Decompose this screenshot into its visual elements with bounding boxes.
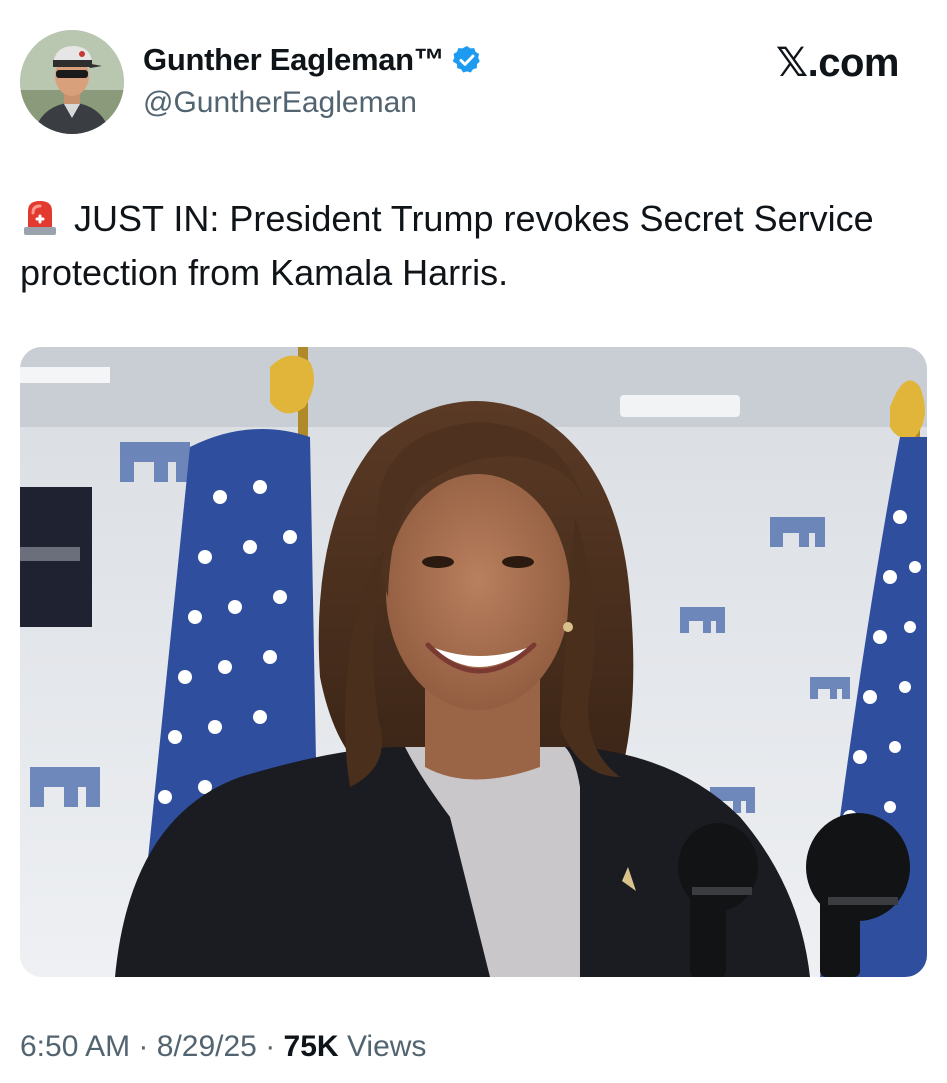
avatar[interactable]: [20, 30, 124, 134]
police-siren-icon: [20, 197, 60, 237]
verified-badge-icon: [451, 44, 483, 76]
author-handle[interactable]: @GuntherEagleman: [143, 86, 417, 120]
author-name-row[interactable]: Gunther Eagleman™: [143, 40, 483, 80]
tweet-body-text: JUST IN: President Trump revokes Secret …: [20, 198, 874, 293]
tweet-time[interactable]: 6:50 AM: [20, 1030, 130, 1063]
views-label: Views: [346, 1030, 427, 1063]
tweet-text: JUST IN: President Trump revokes Secret …: [20, 192, 920, 300]
meta-separator: ·: [138, 1030, 149, 1063]
tweet-photo[interactable]: [20, 347, 927, 977]
tweet-meta: 6:50 AM · 8/29/25 · 75K Views: [20, 1030, 426, 1064]
tweet-date[interactable]: 8/29/25: [157, 1030, 257, 1063]
author-display-name[interactable]: Gunther Eagleman™: [143, 42, 445, 78]
site-logo: 𝕏.com: [775, 41, 900, 85]
views-count: 75K: [283, 1030, 339, 1063]
meta-separator: ·: [265, 1030, 276, 1063]
